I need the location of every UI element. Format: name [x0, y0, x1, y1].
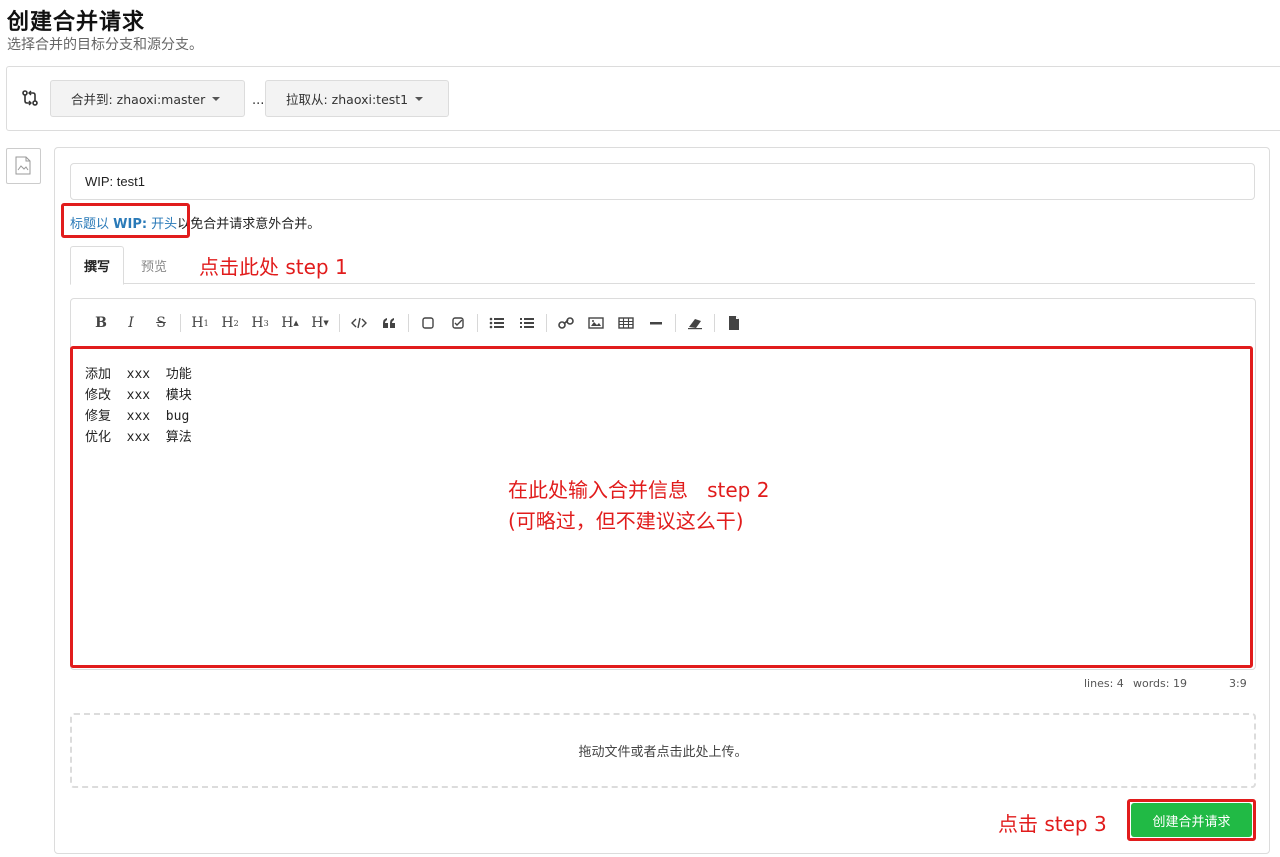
heading-3-sub: 3: [263, 318, 269, 328]
eraser-icon[interactable]: [680, 311, 710, 335]
wip-hint: 标题以 WIP: 开头以免合并请求意外合并。: [70, 213, 320, 232]
toolbar-divider: [675, 314, 676, 332]
strikethrough-button[interactable]: S: [146, 311, 176, 335]
caret-down-icon: [212, 96, 221, 101]
status-lines: lines: 4: [1084, 677, 1124, 690]
create-merge-request-button[interactable]: 创建合并请求: [1131, 803, 1252, 837]
source-branch-dropdown[interactable]: 拉取从: zhaoxi:test1: [265, 80, 449, 117]
branch-separator: ...: [252, 93, 265, 108]
bold-button[interactable]: B: [86, 311, 116, 335]
toolbar-divider: [339, 314, 340, 332]
toolbar-divider: [714, 314, 715, 332]
wip-hint-keyword: WIP:: [113, 217, 148, 232]
target-branch-label: 合并到: zhaoxi:master: [71, 92, 206, 107]
heading-bigger-sub: ▲: [293, 319, 299, 327]
tab-preview[interactable]: 预览: [124, 246, 184, 284]
status-cursor: 3:9: [1229, 677, 1247, 690]
tab-write[interactable]: 撰写: [70, 246, 124, 285]
heading-3-button[interactable]: H3: [245, 311, 275, 335]
upload-text: 拖动文件或者点击此处上传。: [578, 745, 748, 760]
caret-down-icon: [415, 96, 424, 101]
source-branch-label: 拉取从: zhaoxi:test1: [286, 92, 409, 107]
file-icon[interactable]: [719, 311, 749, 335]
wip-hint-prefix: 标题以: [70, 217, 114, 232]
toolbar-divider: [180, 314, 181, 332]
heading-2-label: H: [221, 315, 234, 331]
annotation-step1: 点击此处 step 1: [199, 255, 348, 279]
editor-line: 修改 xxx 模块: [85, 388, 192, 403]
annotation-step2: 在此处输入合并信息 step 2 (可略过，但不建议这么干): [508, 478, 770, 533]
page-subtitle: 选择合并的目标分支和源分支。: [7, 37, 203, 53]
heading-bigger-button[interactable]: H ▲: [275, 311, 305, 335]
editor-content: 添加 xxx 功能 修改 xxx 模块 修复 xxx bug 优化 xxx 算法: [85, 364, 192, 448]
target-branch-dropdown[interactable]: 合并到: zhaoxi:master: [50, 80, 245, 117]
editor-line: 修复 xxx bug: [85, 409, 190, 424]
horizontal-rule-icon[interactable]: [641, 311, 671, 335]
page-title: 创建合并请求: [7, 10, 146, 35]
toolbar-divider: [477, 314, 478, 332]
toolbar-divider: [408, 314, 409, 332]
heading-2-button[interactable]: H2: [215, 311, 245, 335]
avatar: [6, 148, 41, 184]
toolbar-divider: [546, 314, 547, 332]
branch-selector-bar: 合并到: zhaoxi:master ... 拉取从: zhaoxi:test1: [6, 66, 1280, 131]
upload-dropzone[interactable]: 拖动文件或者点击此处上传。: [70, 713, 1256, 788]
ordered-list-icon[interactable]: [512, 311, 542, 335]
editor-toolbar: B I S H1 H2 H3 H ▲ H ▼: [71, 299, 1255, 347]
italic-button[interactable]: I: [116, 311, 146, 335]
unordered-list-icon[interactable]: [482, 311, 512, 335]
code-icon[interactable]: [344, 311, 374, 335]
wip-hint-link-tail: 开头: [147, 217, 178, 232]
annotation-step3: 点击 step 3: [998, 812, 1107, 836]
editor-line: 优化 xxx 算法: [85, 430, 192, 445]
table-icon[interactable]: [611, 311, 641, 335]
checkbox-checked-icon[interactable]: [443, 311, 473, 335]
heading-smaller-button[interactable]: H ▼: [305, 311, 335, 335]
heading-1-sub: 1: [203, 318, 209, 328]
editor-line: 添加 xxx 功能: [85, 367, 192, 382]
quote-icon[interactable]: [374, 311, 404, 335]
image-icon[interactable]: [581, 311, 611, 335]
heading-1-label: H: [191, 315, 204, 331]
heading-2-sub: 2: [233, 318, 239, 328]
wip-hint-suffix: 以免合并请求意外合并。: [177, 217, 321, 232]
heading-1-button[interactable]: H1: [185, 311, 215, 335]
git-compare-icon: [21, 89, 39, 107]
wip-hint-link[interactable]: 标题以 WIP: 开头: [70, 217, 177, 232]
heading-smaller-label: H: [311, 315, 324, 331]
heading-3-label: H: [251, 315, 264, 331]
heading-bigger-label: H: [281, 315, 294, 331]
heading-smaller-sub: ▼: [323, 319, 329, 327]
title-input[interactable]: [70, 163, 1255, 200]
checkbox-empty-icon[interactable]: [413, 311, 443, 335]
broken-image-icon: [15, 156, 31, 175]
status-words: words: 19: [1133, 677, 1187, 690]
link-icon[interactable]: [551, 311, 581, 335]
